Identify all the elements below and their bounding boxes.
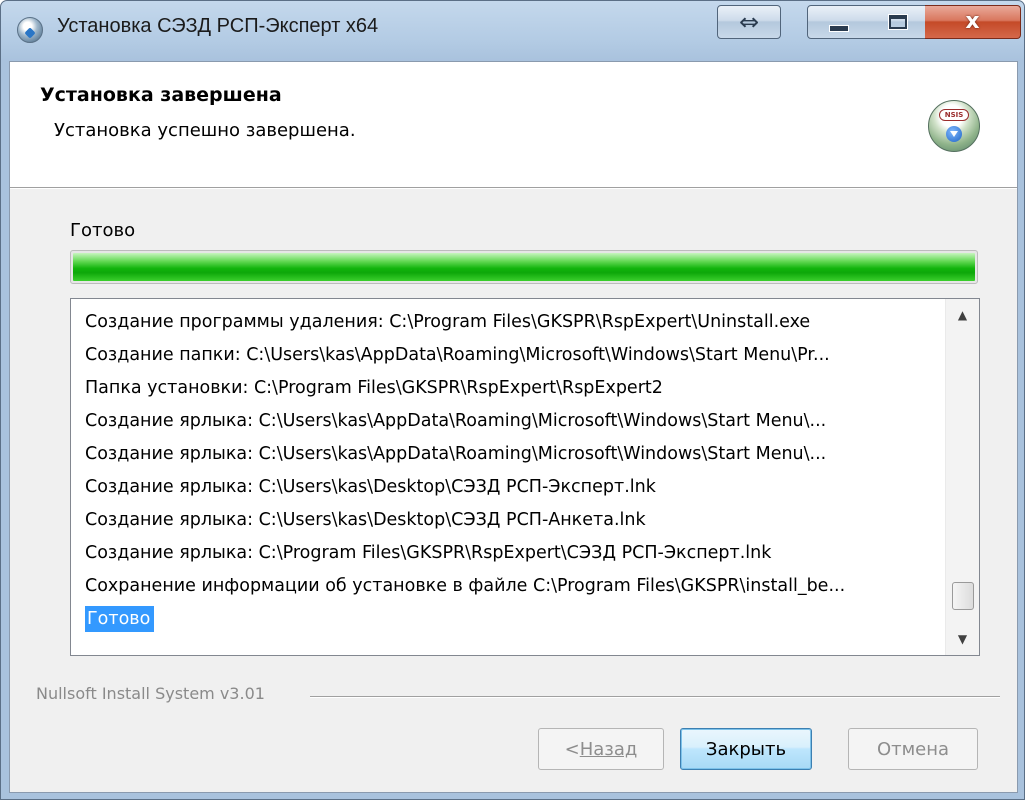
log-line[interactable]: Сохранение информации об установке в фай… <box>85 570 935 603</box>
minimize-button[interactable] <box>807 5 871 39</box>
log-line[interactable]: Папка установки: C:\Program Files\GKSPR\… <box>85 372 935 405</box>
client-area: Установка завершена Установка успешно за… <box>9 61 1018 793</box>
page-title: Установка завершена <box>40 84 282 106</box>
back-prefix: < <box>564 738 580 760</box>
log-lines: Создание программы удаления: C:\Program … <box>71 299 937 655</box>
maximize-icon <box>888 15 907 29</box>
log-line-text: Папка установки: C:\Program Files\GKSPR\… <box>85 378 663 398</box>
log-line[interactable]: Создание ярлыка: C:\Users\kas\Desktop\СЭ… <box>85 471 935 504</box>
log-line[interactable]: Создание папки: C:\Users\kas\AppData\Roa… <box>85 339 935 372</box>
log-line[interactable]: Создание ярлыка: C:\Program Files\GKSPR\… <box>85 537 935 570</box>
header-panel: Установка завершена Установка успешно за… <box>10 62 1017 189</box>
status-label: Готово <box>70 220 136 241</box>
back-button[interactable]: < Назад <box>538 728 664 770</box>
log-line[interactable]: Создание ярлыка: C:\Users\kas\AppData\Ro… <box>85 438 935 471</box>
log-line-text: Создание программы удаления: C:\Program … <box>85 312 811 332</box>
install-log-list[interactable]: Создание программы удаления: C:\Program … <box>70 298 980 656</box>
scrollbar-thumb[interactable] <box>952 581 974 610</box>
progress-fill <box>73 253 975 281</box>
scroll-up-arrow-icon[interactable]: ▲ <box>946 299 979 331</box>
nsis-logo-text: NSIS <box>939 109 969 121</box>
log-line-text: Создание ярлыка: C:\Users\kas\AppData\Ro… <box>85 411 827 431</box>
log-line[interactable]: Создание программы удаления: C:\Program … <box>85 306 935 339</box>
log-line-text: Создание ярлыка: C:\Users\kas\Desktop\СЭ… <box>85 477 656 497</box>
vertical-scrollbar[interactable]: ▲ ▼ <box>945 299 979 655</box>
progress-bar <box>70 250 978 284</box>
close-icon: x <box>965 9 980 34</box>
footer-divider <box>310 696 1000 698</box>
nsis-logo-icon: NSIS <box>928 100 980 152</box>
installer-window: Установка СЭЗД РСП-Эксперт x64 ⇔ x Устан… <box>0 0 1025 800</box>
cancel-button[interactable]: Отмена <box>848 728 978 770</box>
close-window-button[interactable]: x <box>925 5 1021 39</box>
scroll-down-arrow-icon[interactable]: ▼ <box>946 623 979 655</box>
log-line-text: Сохранение информации об установке в фай… <box>85 576 846 596</box>
back-label: Назад <box>579 738 638 760</box>
installer-app-icon[interactable] <box>17 17 43 43</box>
title-bar[interactable]: Установка СЭЗД РСП-Эксперт x64 ⇔ x <box>1 1 1025 61</box>
log-line-text: Готово <box>85 606 155 632</box>
log-line-text: Создание ярлыка: C:\Users\kas\AppData\Ro… <box>85 444 827 464</box>
log-line-text: Создание ярлыка: C:\Program Files\GKSPR\… <box>85 543 772 563</box>
log-line[interactable]: Создание ярлыка: C:\Users\kas\Desktop\СЭ… <box>85 504 935 537</box>
finish-close-button[interactable]: Закрыть <box>680 728 812 770</box>
log-line[interactable]: Создание ярлыка: C:\Users\kas\AppData\Ro… <box>85 405 935 438</box>
minimize-icon <box>830 25 848 31</box>
resize-button[interactable]: ⇔ <box>717 5 781 39</box>
page-subtitle: Установка успешно завершена. <box>54 120 356 141</box>
horizontal-arrows-icon: ⇔ <box>738 8 760 36</box>
download-arrow-icon <box>946 126 962 142</box>
log-line[interactable]: Готово <box>85 603 935 636</box>
log-line-text: Создание ярлыка: C:\Users\kas\Desktop\СЭ… <box>85 510 646 530</box>
nsis-branding: Nullsoft Install System v3.01 <box>36 684 265 703</box>
log-line-text: Создание папки: C:\Users\kas\AppData\Roa… <box>85 345 830 365</box>
maximize-button[interactable] <box>870 5 926 39</box>
window-title: Установка СЭЗД РСП-Эксперт x64 <box>57 15 379 37</box>
